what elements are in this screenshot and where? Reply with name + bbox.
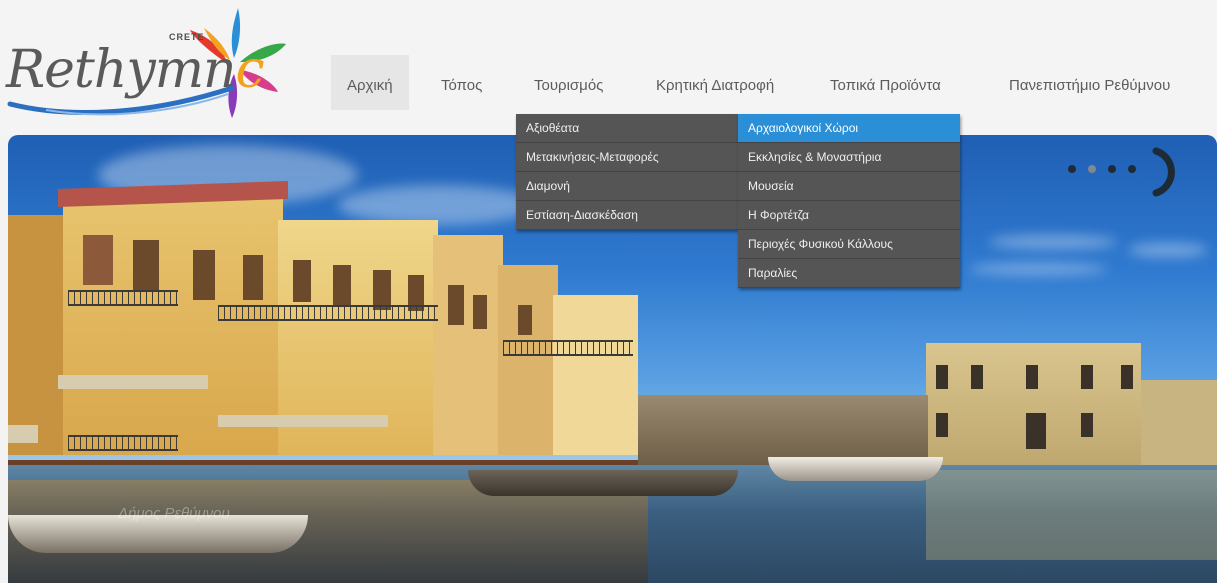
nav-university[interactable]: Πανεπιστήμιο Ρεθύμνου: [1009, 55, 1170, 110]
nav-tourism[interactable]: Τουρισμός: [534, 55, 603, 110]
slider-dot-active[interactable]: [1088, 165, 1096, 173]
submenu-item-museums[interactable]: Μουσεία: [738, 172, 960, 201]
submenu-item-fortezza[interactable]: Η Φορτέτζα: [738, 201, 960, 230]
nav-cretan-diet[interactable]: Κρητική Διατροφή: [656, 55, 774, 110]
slider-dot[interactable]: [1128, 165, 1136, 173]
logo-crete-label: CRETE: [169, 32, 205, 42]
tourism-submenu: Αξιοθέατα Μετακινήσεις-Μεταφορές Διαμονή…: [516, 114, 738, 230]
slider-loading-icon[interactable]: [1150, 147, 1190, 197]
submenu-item-beaches[interactable]: Παραλίες: [738, 259, 960, 288]
boat: [468, 470, 738, 496]
far-building-right: [1141, 380, 1217, 465]
logo-wave: [7, 85, 235, 116]
far-building: [926, 343, 1141, 465]
submenu-item-archaeological-sites[interactable]: Αρχαιολογικοί Χώροι: [738, 114, 960, 143]
far-harbor-front: [638, 395, 928, 465]
nav-place[interactable]: Τόπος: [441, 55, 482, 110]
nav-local-products[interactable]: Τοπικά Προϊόντα: [830, 55, 941, 110]
boat: [768, 457, 943, 481]
submenu-item-churches[interactable]: Εκκλησίες & Μοναστήρια: [738, 143, 960, 172]
watermark-text: Δήμος Ρεθύμνου: [118, 505, 230, 522]
site-logo[interactable]: Rethymnc CRETE: [6, 4, 296, 126]
reflection-right: [926, 470, 1217, 560]
harbor-buildings: [8, 180, 648, 485]
submenu-item-accommodation[interactable]: Διαμονή: [516, 172, 738, 201]
submenu-item-transport[interactable]: Μετακινήσεις-Μεταφορές: [516, 143, 738, 172]
submenu-item-natural-beauty[interactable]: Περιοχές Φυσικού Κάλλους: [738, 230, 960, 259]
slider-dot[interactable]: [1068, 165, 1076, 173]
nav-home[interactable]: Αρχική: [331, 55, 409, 110]
sights-submenu: Αρχαιολογικοί Χώροι Εκκλησίες & Μοναστήρ…: [738, 114, 960, 288]
slider-dot[interactable]: [1108, 165, 1116, 173]
submenu-item-dining[interactable]: Εστίαση-Διασκέδαση: [516, 201, 738, 230]
submenu-item-sights[interactable]: Αξιοθέατα: [516, 114, 738, 143]
